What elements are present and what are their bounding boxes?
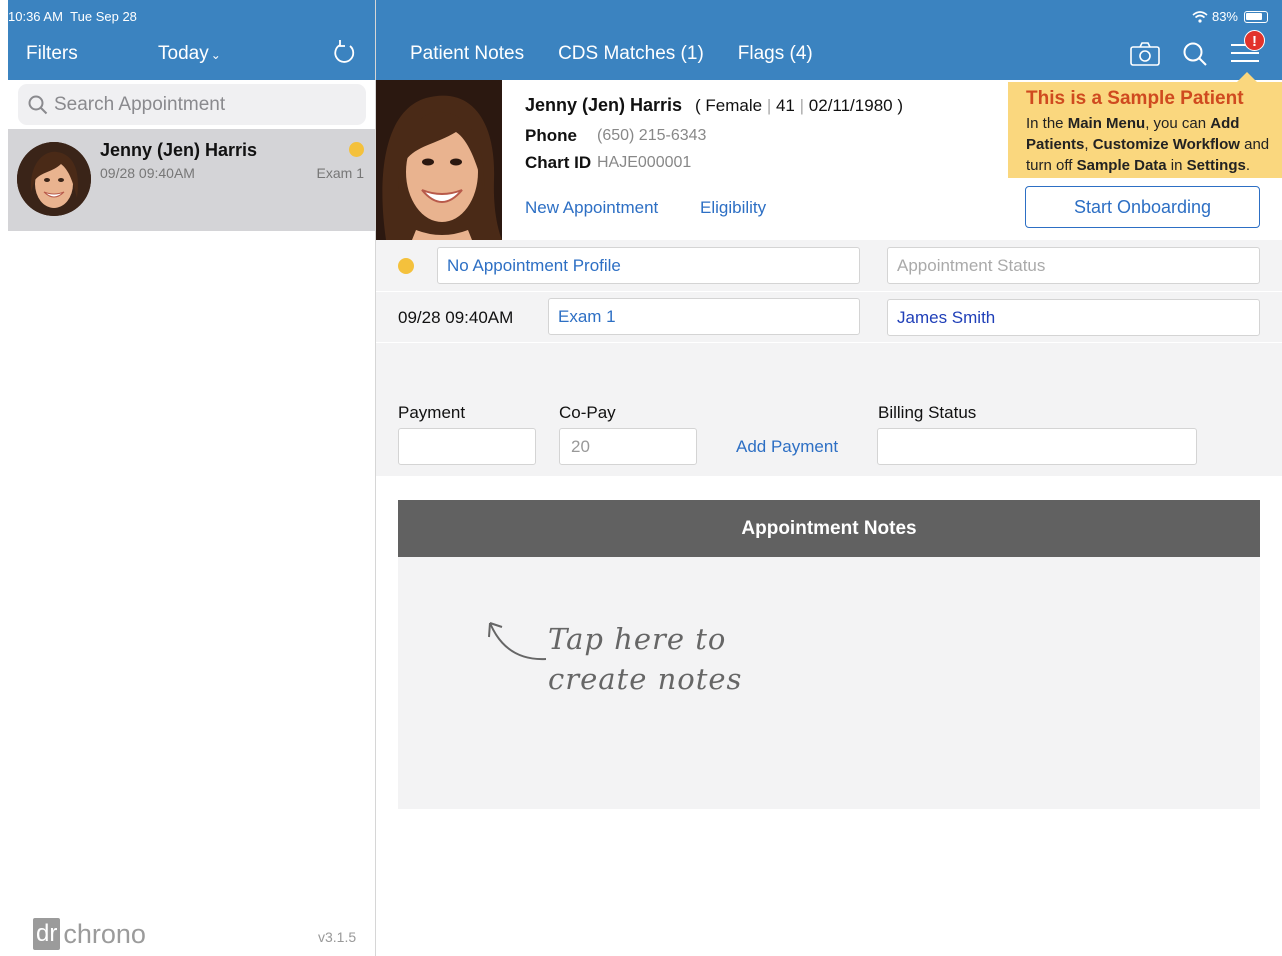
notice-pointer xyxy=(1237,72,1257,82)
appointment-room: Exam 1 xyxy=(316,165,364,181)
drchrono-logo: dr chrono xyxy=(33,918,146,950)
patient-photo[interactable] xyxy=(376,80,502,240)
search-box[interactable] xyxy=(18,84,366,125)
status-date: Tue Sep 28 xyxy=(70,9,137,24)
appointment-notes-area[interactable]: Tap here to create notes xyxy=(398,557,1260,809)
appointment-patient-name: Jenny (Jen) Harris xyxy=(100,140,258,160)
app-version: v3.1.5 xyxy=(318,929,357,945)
notes-hint: Tap here to create notes xyxy=(548,619,742,699)
notice-body: In the Main Menu, you can Add Patients, … xyxy=(1026,115,1270,174)
eligibility-link[interactable]: Eligibility xyxy=(700,198,766,218)
camera-icon[interactable] xyxy=(1130,42,1160,66)
patient-age: 41 xyxy=(775,96,795,115)
chart-id-label: Chart ID xyxy=(525,153,592,172)
status-time-date: 10:36 AM Tue Sep 28 xyxy=(8,9,137,24)
appointment-notes-header: Appointment Notes xyxy=(398,500,1260,557)
logo-text: chrono xyxy=(63,918,146,949)
chevron-down-icon: ⌄ xyxy=(210,48,221,62)
copay-label: Co-Pay xyxy=(559,403,616,422)
billing-status-input[interactable] xyxy=(877,428,1197,465)
right-header: 83% Patient Notes CDS Matches (1) Flags … xyxy=(376,0,1282,80)
phone-label: Phone xyxy=(525,126,577,145)
appointment-time: 09/28 09:40AM xyxy=(100,165,195,181)
search-input[interactable] xyxy=(54,93,354,116)
copay-input[interactable]: 20 xyxy=(559,428,697,465)
patient-avatar xyxy=(17,142,91,216)
today-label: Today xyxy=(158,43,209,64)
add-payment-link[interactable]: Add Payment xyxy=(736,437,838,457)
notes-hint-line2: create notes xyxy=(548,662,743,696)
patient-chart-id: HAJE000001 xyxy=(597,154,692,171)
payment-input[interactable] xyxy=(398,428,536,465)
appointment-profile-field[interactable]: No Appointment Profile xyxy=(437,247,860,284)
arrow-icon xyxy=(488,622,547,661)
row-divider xyxy=(376,291,1282,292)
patient-name: Jenny (Jen) Harris xyxy=(525,95,683,115)
patient-gender: Female xyxy=(705,96,763,115)
patient-phone[interactable]: (650) 215-6343 xyxy=(597,127,706,145)
refresh-icon[interactable] xyxy=(330,39,358,67)
tab-patient-notes[interactable]: Patient Notes xyxy=(410,43,524,65)
app-window: 10:36 AM Tue Sep 28 Filters Today ⌄ Sear… xyxy=(0,0,1282,956)
battery-icon xyxy=(1244,10,1268,23)
search-icon[interactable] xyxy=(1182,41,1208,67)
status-indicators: 83% xyxy=(1192,9,1268,24)
row-divider xyxy=(376,342,1282,343)
status-time: 10:36 AM xyxy=(8,9,63,24)
battery-percent: 83% xyxy=(1211,9,1238,24)
payment-label: Payment xyxy=(398,403,466,422)
billing-status-label: Billing Status xyxy=(878,403,977,422)
appointment-list-item[interactable]: Jenny (Jen) Harris 09/28 09:40AM Exam 1 xyxy=(8,129,375,231)
patient-demographics: ( Female | 41 | 02/11/1980 ) xyxy=(695,96,903,115)
sample-patient-notice: This is a Sample Patient In the Main Men… xyxy=(1008,82,1282,178)
patient-dob: 02/11/1980 xyxy=(808,96,893,115)
search-icon xyxy=(28,95,48,114)
notes-hint-line1: Tap here to xyxy=(548,622,727,656)
notice-title: This is a Sample Patient xyxy=(1026,88,1244,109)
tab-flags[interactable]: Flags (4) xyxy=(738,43,813,65)
wifi-icon xyxy=(1192,10,1208,23)
logo-box: dr xyxy=(33,918,61,950)
alert-badge[interactable]: ! xyxy=(1244,30,1265,51)
appointment-status-field[interactable]: Appointment Status xyxy=(887,247,1260,284)
filters-button[interactable]: Filters xyxy=(26,43,78,65)
left-header-row: Filters Today ⌄ xyxy=(8,36,375,72)
today-dropdown[interactable]: Today ⌄ xyxy=(158,43,221,65)
provider-field[interactable]: James Smith xyxy=(887,299,1260,336)
tab-cds-matches[interactable]: CDS Matches (1) xyxy=(558,43,704,65)
tab-bar: Patient Notes CDS Matches (1) Flags (4) xyxy=(410,43,813,65)
appointment-status-dot xyxy=(398,258,414,274)
start-onboarding-button[interactable]: Start Onboarding xyxy=(1025,186,1260,228)
status-dot xyxy=(349,142,364,157)
exam-room-field[interactable]: Exam 1 xyxy=(548,298,860,335)
appointment-datetime: 09/28 09:40AM xyxy=(398,308,514,327)
new-appointment-link[interactable]: New Appointment xyxy=(525,198,658,218)
